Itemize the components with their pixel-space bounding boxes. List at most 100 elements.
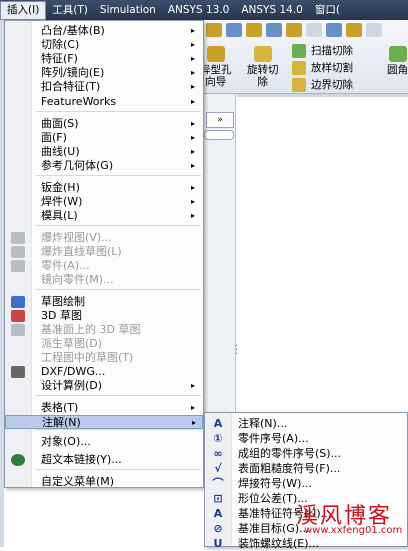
submenu-arrow-icon: ▸	[191, 183, 196, 192]
lofted-cut-button[interactable]: 放样切割	[292, 60, 353, 75]
menu-item-label: 对象(O)...	[41, 435, 91, 448]
submenu-arrow-icon: ▸	[191, 119, 196, 128]
stacked-balloon-icon: ∞	[213, 447, 223, 460]
menu-item-label: 模具(L)	[41, 209, 78, 222]
submenu-arrow-icon: ▸	[191, 211, 196, 220]
explode-line-sketch-icon	[11, 246, 25, 258]
menu-item-label: 阵列/镜向(E)	[41, 66, 105, 79]
menu-insert[interactable]: 插入(I)	[0, 0, 47, 20]
menu-item-weldments[interactable]: 焊件(W) ▸	[5, 195, 203, 209]
menu-item-face[interactable]: 面(F) ▸	[5, 131, 203, 145]
submenu-item-weld-symbol[interactable]: ⌒ 焊接符号(W)...	[205, 476, 407, 491]
toolbar-icon[interactable]	[346, 23, 362, 37]
menu-item-reference-geometry[interactable]: 参考几何体(G) ▸	[5, 159, 203, 173]
swept-cut-button[interactable]: 扫描切除	[292, 43, 353, 58]
toolbar-icon[interactable]	[206, 23, 222, 37]
toolbar-icon[interactable]	[306, 23, 322, 37]
submenu-arrow-icon: ▸	[191, 68, 196, 77]
menu-separator	[35, 289, 201, 290]
menu-item-label: 焊件(W)	[41, 195, 83, 208]
menu-item-label: 曲线(U)	[41, 145, 80, 158]
menu-item-sheet-metal[interactable]: 钣金(H) ▸	[5, 181, 203, 195]
cosmetic-thread-icon: U	[213, 537, 223, 550]
menu-separator	[35, 225, 201, 226]
menu-item-3d-sketch[interactable]: 3D 草图	[5, 309, 203, 323]
hole-wizard-button[interactable]: 异型孔 向导	[200, 46, 232, 88]
menu-item-customize-menu[interactable]: 自定义菜单(M)	[5, 475, 203, 489]
menu-item-3d-sketch-on-plane: 基准面上的 3D 草图	[5, 323, 203, 337]
menu-item-features[interactable]: 特征(F) ▸	[5, 52, 203, 66]
submenu-arrow-icon: ▸	[191, 197, 196, 206]
menu-item-dxf-dwg[interactable]: DXF/DWG...	[5, 365, 203, 379]
menu-item-boss-base[interactable]: 凸台/基体(B) ▸	[5, 24, 203, 38]
explode-view-icon	[11, 232, 25, 244]
submenu-arrow-icon: ▸	[191, 381, 196, 390]
toolbar-icon[interactable]	[226, 23, 242, 37]
menu-item-label: 特征(F)	[41, 52, 78, 65]
menu-item-pattern-mirror[interactable]: 阵列/镜向(E) ▸	[5, 66, 203, 80]
fillet-button[interactable]: 圆角	[387, 46, 408, 76]
part-icon	[11, 260, 25, 272]
menu-item-label: 3D 草图	[41, 309, 82, 322]
submenu-arrow-icon: ▸	[191, 147, 196, 156]
collapse-pane-button[interactable]: »	[206, 112, 234, 128]
submenu-item-label: 焊接符号(W)...	[238, 477, 312, 490]
toolbar-icon[interactable]	[266, 23, 282, 37]
submenu-item-label: 装饰螺纹线(E)...	[238, 537, 320, 550]
menubar: 插入(I) 工具(T) Simulation ANSYS 13.0 ANSYS …	[0, 0, 408, 20]
feature-tree-scrollbar[interactable]	[204, 130, 234, 140]
menu-item-design-study[interactable]: 设计算例(D) ▸	[5, 379, 203, 393]
menu-item-fastening-feature[interactable]: 扣合特征(T) ▸	[5, 80, 203, 94]
submenu-item-cosmetic-thread[interactable]: U 装饰螺纹线(E)...	[205, 536, 407, 551]
menu-item-object[interactable]: 对象(O)...	[5, 435, 203, 449]
gtol-icon: ⊡	[213, 492, 223, 505]
balloon-icon: ①	[213, 432, 223, 445]
menu-item-label: 镜向零件(M)...	[41, 273, 114, 286]
menu-item-part: 零件(A)...	[5, 259, 203, 273]
menu-item-label: 切除(C)	[41, 38, 80, 51]
submenu-item-note[interactable]: A 注释(N)...	[205, 416, 407, 431]
toolbar-icon[interactable]	[246, 23, 262, 37]
menu-item-tables[interactable]: 表格(T) ▸	[5, 401, 203, 415]
menu-item-label: 工程图中的草图(T)	[41, 351, 134, 364]
menu-item-surface[interactable]: 曲面(S) ▸	[5, 117, 203, 131]
surface-finish-icon: √	[214, 462, 222, 475]
menu-item-hyperlink[interactable]: 超文本链接(Y)...	[5, 453, 203, 467]
menu-item-label: 凸台/基体(B)	[41, 24, 105, 37]
submenu-item-stacked-balloon[interactable]: ∞ 成组的零件序号(S)...	[205, 446, 407, 461]
datum-target-icon: ⊘	[213, 522, 223, 535]
menu-separator	[35, 395, 201, 396]
revolved-cut-button[interactable]: 旋转切 除	[247, 46, 279, 88]
menu-item-label: 自定义菜单(M)	[41, 475, 115, 488]
menu-tools[interactable]: 工具(T)	[46, 0, 94, 20]
menu-item-mirror-part: 镜向零件(M)...	[5, 273, 203, 287]
menu-window[interactable]: 窗口(	[309, 0, 346, 20]
menu-item-explode-line-sketch: 爆炸直线草图(L)	[5, 245, 203, 259]
submenu-item-balloon[interactable]: ① 零件序号(A)...	[205, 431, 407, 446]
menu-ansys-14[interactable]: ANSYS 14.0	[235, 0, 309, 20]
hole-wizard-icon	[206, 46, 225, 62]
menu-item-label: 零件(A)...	[41, 259, 90, 272]
fillet-icon	[388, 46, 407, 62]
datum-feature-icon: A	[213, 507, 223, 520]
submenu-arrow-icon: ▸	[191, 54, 196, 63]
submenu-item-surface-finish[interactable]: √ 表面粗糙度符号(F)...	[205, 461, 407, 476]
toolbar-icon[interactable]	[366, 23, 382, 37]
menu-item-label: 爆炸视图(V)...	[41, 231, 112, 244]
menu-ansys-13[interactable]: ANSYS 13.0	[162, 0, 236, 20]
menu-simulation[interactable]: Simulation	[94, 0, 162, 20]
toolbar-icon[interactable]	[286, 23, 302, 37]
watermark-url: www.xxfeng01.com	[304, 525, 403, 536]
menu-item-molds[interactable]: 模具(L) ▸	[5, 209, 203, 223]
boundary-cut-button[interactable]: 边界切除	[292, 77, 353, 92]
note-icon: A	[213, 417, 223, 430]
menu-item-label: 参考几何体(G)	[41, 159, 114, 172]
menu-item-label: FeatureWorks	[41, 95, 117, 108]
lofted-cut-icon	[292, 60, 306, 75]
menu-item-cut[interactable]: 切除(C) ▸	[5, 38, 203, 52]
menu-item-sketch[interactable]: 草图绘制	[5, 295, 203, 309]
menu-item-featureworks[interactable]: FeatureWorks ▸	[5, 95, 203, 109]
toolbar-icon[interactable]	[326, 23, 342, 37]
menu-item-curve[interactable]: 曲线(U) ▸	[5, 145, 203, 159]
menu-item-annotations[interactable]: 注解(N) ▸	[5, 415, 203, 429]
